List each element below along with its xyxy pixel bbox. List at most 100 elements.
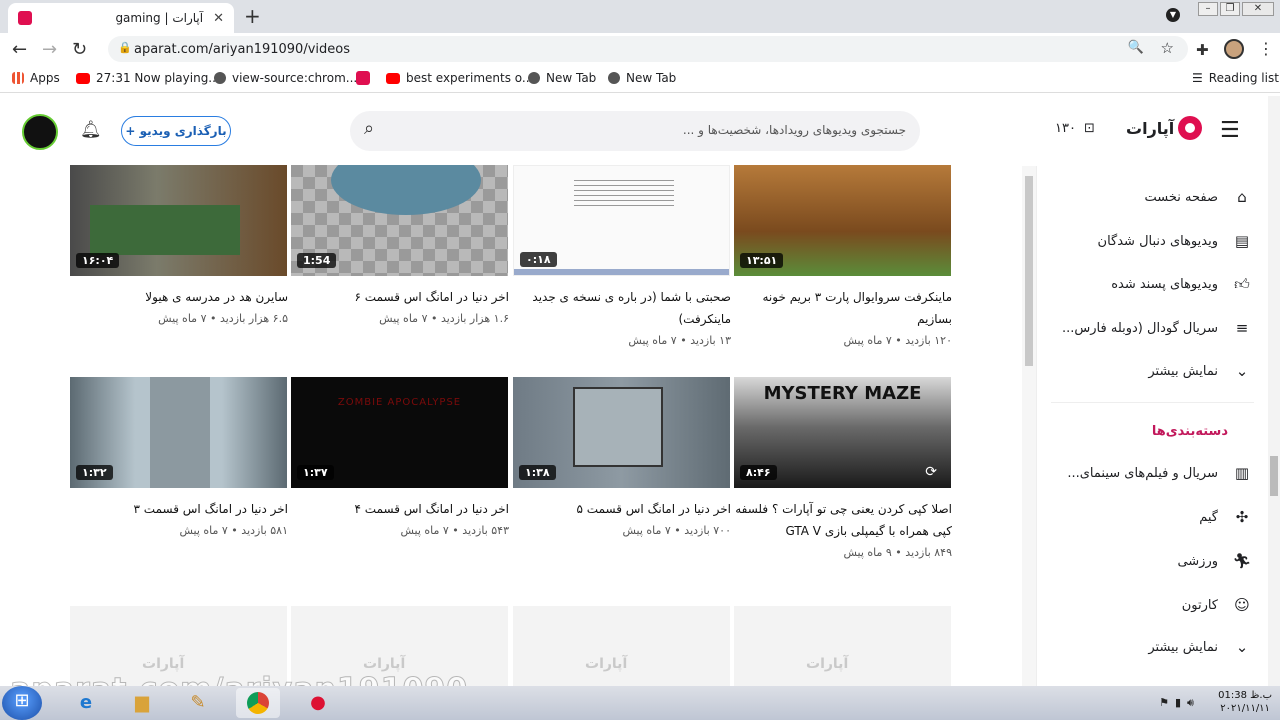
browser-tab[interactable]: gaming | آپارات ✕ — [8, 3, 234, 33]
lock-icon: 🔒 — [118, 41, 132, 54]
bookmark-new-tab-2[interactable]: New Tab — [608, 71, 676, 85]
sidebar-category-film[interactable]: ▥ سریال و فیلم‌های سینمای... — [1067, 464, 1252, 482]
bookmark-new-tab-1[interactable]: New Tab — [528, 71, 596, 85]
zoom-icon[interactable]: 🔍 — [1128, 40, 1144, 55]
video-title[interactable]: اخر دنیا در امانگ اس قسمت ۵ — [513, 498, 731, 520]
sidebar: ⌂ صفحه نخست ▤ ویدیوهای دنبال شدگان 👍︎ وی… — [1036, 166, 1268, 686]
video-card[interactable]: ۱:۳۲ اخر دنیا در امانگ اس قسمت ۳ ۵۸۱ باز… — [70, 377, 288, 537]
video-thumbnail[interactable]: MYSTERY MAZE ۸:۴۶ ⟳ — [734, 377, 951, 488]
user-avatar[interactable] — [22, 114, 58, 150]
sidebar-category-cartoon[interactable]: ☺ کارتون — [1182, 596, 1252, 614]
video-card[interactable]: ZOMBIE APOCALYPSE ۱:۳۷ اخر دنیا در امانگ… — [291, 377, 509, 537]
video-meta: ۱۲۰ بازدید • ۷ ماه پیش — [843, 334, 952, 347]
video-thumbnail[interactable]: ۰:۱۸ — [513, 165, 730, 276]
video-duration: 1:54 — [297, 253, 337, 268]
paint-taskbar-icon[interactable]: ✎ — [176, 688, 220, 718]
browser-menu-icon[interactable]: ⋮ — [1258, 39, 1274, 58]
tray-icons[interactable]: ⚑▮🔊︎ — [1159, 696, 1200, 710]
cartoon-icon: ☺ — [1234, 596, 1250, 614]
sidebar-divider — [1051, 402, 1254, 403]
search-icon[interactable]: ⌕ — [364, 118, 374, 139]
system-tray-clock[interactable]: 01:38 ب.ظ ۲۰۲۱/۱۱/۱۱ — [1218, 689, 1272, 715]
aparat-logo-icon — [1178, 116, 1203, 140]
new-tab-icon[interactable]: + — [244, 4, 261, 28]
sidebar-item-liked[interactable]: 👍︎ ویدیوهای پسند شده — [1111, 275, 1252, 294]
aparat-logo[interactable]: آپارات — [1126, 116, 1203, 140]
video-title[interactable]: ماینکرفت سروایوال پارت ۳ بریم خونه بسازی… — [734, 286, 952, 330]
video-title[interactable]: اخر دنیا در امانگ اس قسمت ۴ — [291, 498, 509, 520]
video-card[interactable]: MYSTERY MAZE ۸:۴۶ ⟳ اصلا کپی کردن یعنی چ… — [734, 377, 952, 559]
sidebar-item-home[interactable]: ⌂ صفحه نخست — [1145, 188, 1252, 206]
explorer-taskbar-icon[interactable]: ▆ — [120, 688, 164, 718]
close-tab-icon[interactable]: ✕ — [213, 11, 224, 26]
profile-avatar-icon[interactable] — [1224, 39, 1244, 59]
extensions-icon[interactable]: ✚ — [1196, 41, 1209, 59]
video-card[interactable]: ۱:۳۸ اخر دنیا در امانگ اس قسمت ۵ ۷۰۰ باز… — [513, 377, 731, 537]
back-icon[interactable]: ← — [12, 39, 27, 60]
video-thumbnail[interactable]: 1:54 — [291, 165, 508, 276]
video-thumbnail[interactable]: ۱۶:۰۴ — [70, 165, 287, 276]
sidebar-show-more[interactable]: ⌄ نمایش بیشتر — [1148, 362, 1252, 380]
bookmark-aparat[interactable] — [356, 71, 376, 85]
ie-taskbar-icon[interactable]: e — [64, 688, 108, 718]
video-thumbnail[interactable]: ۱:۳۲ — [70, 377, 287, 488]
video-title[interactable]: اخر دنیا در امانگ اس قسمت ۶ — [291, 286, 509, 308]
loading-placeholder: آپارات — [734, 606, 951, 686]
video-card[interactable]: ۱۶:۰۴ سایرن هد در مدرسه ی هیولا ۶.۵ هزار… — [70, 165, 288, 325]
reading-list[interactable]: ☰ Reading list — [1192, 71, 1279, 85]
video-title[interactable]: اخر دنیا در امانگ اس قسمت ۳ — [70, 498, 288, 520]
content-scrollbar-thumb[interactable] — [1025, 176, 1033, 366]
video-card[interactable]: 1:54 اخر دنیا در امانگ اس قسمت ۶ ۱.۶ هزا… — [291, 165, 509, 325]
live-counter[interactable]: ۱۳۰ ⊡ — [1055, 121, 1095, 136]
start-button[interactable]: ⊞ — [2, 686, 42, 720]
sidebar-item-subscriptions[interactable]: ▤ ویدیوهای دنبال شدگان — [1098, 232, 1252, 250]
video-duration: ۱:۳۲ — [76, 465, 113, 480]
repeat-icon[interactable]: ⟳ — [925, 464, 937, 480]
video-card[interactable]: ۰:۱۸ صحبتی با شما (در باره ی نسخه ی جدید… — [513, 165, 731, 347]
forward-icon[interactable]: → — [42, 39, 57, 60]
bookmark-view-source[interactable]: view-source:chrom... — [214, 71, 357, 85]
video-title[interactable]: سایرن هد در مدرسه ی هیولا — [70, 286, 288, 308]
youtube-icon — [76, 72, 90, 84]
aparat-favicon-icon — [18, 11, 32, 25]
close-window-icon[interactable]: ✕ — [1242, 2, 1274, 16]
upload-video-button[interactable]: + بارگذاری ویدیو — [121, 116, 231, 146]
bookmark-youtube-2[interactable]: best experiments o... — [386, 71, 533, 85]
minimize-icon[interactable]: – — [1198, 2, 1218, 16]
video-thumbnail[interactable]: ۱:۳۸ — [513, 377, 730, 488]
recorder-taskbar-icon[interactable]: ● — [296, 688, 340, 718]
page-scrollbar[interactable] — [1268, 96, 1280, 686]
notification-bell-icon[interactable]: 🔔︎ — [80, 120, 102, 140]
video-title[interactable]: اصلا کپی کردن یعنی چی تو آپارات ؟ فلسفه … — [734, 498, 952, 542]
loading-placeholder: آپارات — [513, 606, 730, 686]
video-duration: ۱:۳۸ — [519, 465, 556, 480]
aparat-icon — [356, 71, 370, 85]
sidebar-categories-show-more[interactable]: ⌄ نمایش بیشتر — [1148, 638, 1252, 656]
sidebar-item-playlist[interactable]: ≡ سریال گودال (دوبله فارس... — [1062, 319, 1252, 337]
sidebar-category-sport[interactable]: 🏃︎ ورزشی — [1177, 552, 1252, 570]
bookmark-star-icon[interactable]: ☆ — [1161, 39, 1174, 57]
globe-icon — [214, 72, 226, 84]
bookmark-youtube-1[interactable]: 27:31 Now playing... — [76, 71, 220, 85]
bookmark-apps[interactable]: Apps — [12, 71, 60, 85]
page-scrollbar-thumb[interactable] — [1270, 456, 1278, 496]
video-duration: ۱۳:۵۱ — [740, 253, 784, 268]
reload-icon[interactable]: ↻ — [72, 39, 87, 60]
sport-icon: 🏃︎ — [1232, 552, 1252, 570]
video-thumbnail[interactable]: ZOMBIE APOCALYPSE ۱:۳۷ — [291, 377, 508, 488]
live-tv-icon: ⊡ — [1083, 121, 1095, 136]
video-meta: ۱.۶ هزار بازدید • ۷ ماه پیش — [379, 312, 509, 325]
sidebar-category-game[interactable]: ✣ گیم — [1199, 508, 1252, 526]
video-card[interactable]: ۱۳:۵۱ ماینکرفت سروایوال پارت ۳ بریم خونه… — [734, 165, 952, 347]
search-box[interactable]: جستجوی ویدیوهای رویدادها، شخصیت‌ها و ...… — [350, 111, 920, 151]
video-title[interactable]: صحبتی با شما (در باره ی نسخه ی جدید ماین… — [513, 286, 731, 330]
content-scrollbar[interactable] — [1022, 166, 1036, 686]
thumbnail-text: ZOMBIE APOCALYPSE — [337, 397, 462, 408]
video-thumbnail[interactable]: ۱۳:۵۱ — [734, 165, 951, 276]
restore-icon[interactable]: ❐ — [1220, 2, 1240, 16]
chrome-taskbar-icon[interactable] — [236, 688, 280, 718]
categories-title: دسته‌بندی‌ها — [1151, 424, 1228, 439]
profile-dropdown-icon[interactable]: ▼ — [1166, 8, 1180, 22]
url-field[interactable]: 🔒 aparat.com/ariyan191090/videos 🔍 ☆ — [108, 36, 1188, 62]
hamburger-menu-icon[interactable]: ☰ — [1220, 118, 1240, 143]
